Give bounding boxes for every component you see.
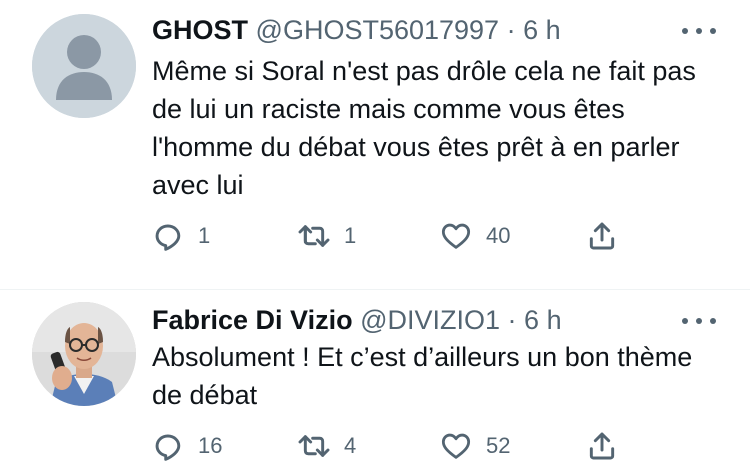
- author-name[interactable]: Fabrice Di Vizio: [152, 305, 353, 335]
- tweet-header: GHOST @GHOST56017997 · 6 h: [152, 14, 561, 46]
- share-icon: [589, 222, 615, 250]
- avatar[interactable]: [32, 302, 136, 406]
- retweet-count: 4: [344, 433, 357, 458]
- separator: ·: [506, 15, 516, 45]
- reply-button[interactable]: 16: [152, 426, 222, 466]
- reply-icon: [155, 224, 181, 251]
- like-count: 40: [486, 223, 511, 248]
- action-bar: 16 4 52: [152, 426, 632, 466]
- profile-photo-icon: [32, 302, 136, 406]
- tweet-text: Absolument ! Et c’est d’ailleurs un bon …: [152, 342, 693, 410]
- timestamp[interactable]: 6 h: [524, 305, 562, 335]
- like-button[interactable]: 52: [440, 426, 510, 466]
- retweet-icon: [298, 435, 330, 457]
- author-handle[interactable]: @GHOST56017997: [256, 15, 500, 45]
- like-icon: [441, 223, 471, 249]
- default-avatar-icon: [32, 14, 136, 118]
- share-button[interactable]: [586, 426, 618, 466]
- retweet-count: 1: [344, 223, 357, 248]
- reply-button[interactable]: 1: [152, 216, 210, 256]
- tweet-header: Fabrice Di Vizio @DIVIZIO1 · 6 h: [152, 304, 562, 336]
- like-button[interactable]: 40: [440, 216, 510, 256]
- retweet-button[interactable]: 1: [298, 216, 356, 256]
- tweet-text: Même si Soral n'est pas drôle cela ne fa…: [152, 56, 696, 200]
- separator: ·: [507, 305, 517, 335]
- more-icon[interactable]: [682, 316, 718, 326]
- retweet-icon: [298, 225, 330, 247]
- tweet[interactable]: GHOST @GHOST56017997 · 6 h Même si Soral…: [0, 0, 750, 290]
- reply-icon: [155, 434, 181, 461]
- like-count: 52: [486, 433, 511, 458]
- share-icon: [589, 432, 615, 460]
- author-handle[interactable]: @DIVIZIO1: [360, 305, 500, 335]
- reply-count: 16: [198, 433, 223, 458]
- retweet-button[interactable]: 4: [298, 426, 356, 466]
- avatar[interactable]: [32, 14, 136, 118]
- like-icon: [441, 433, 471, 459]
- tweet[interactable]: Fabrice Di Vizio @DIVIZIO1 · 6 h Absolum…: [0, 290, 750, 470]
- share-button[interactable]: [586, 216, 618, 256]
- action-bar: 1 1 40: [152, 216, 632, 256]
- more-icon[interactable]: [682, 26, 718, 36]
- timestamp[interactable]: 6 h: [523, 15, 561, 45]
- author-name[interactable]: GHOST: [152, 15, 248, 45]
- reply-count: 1: [198, 223, 211, 248]
